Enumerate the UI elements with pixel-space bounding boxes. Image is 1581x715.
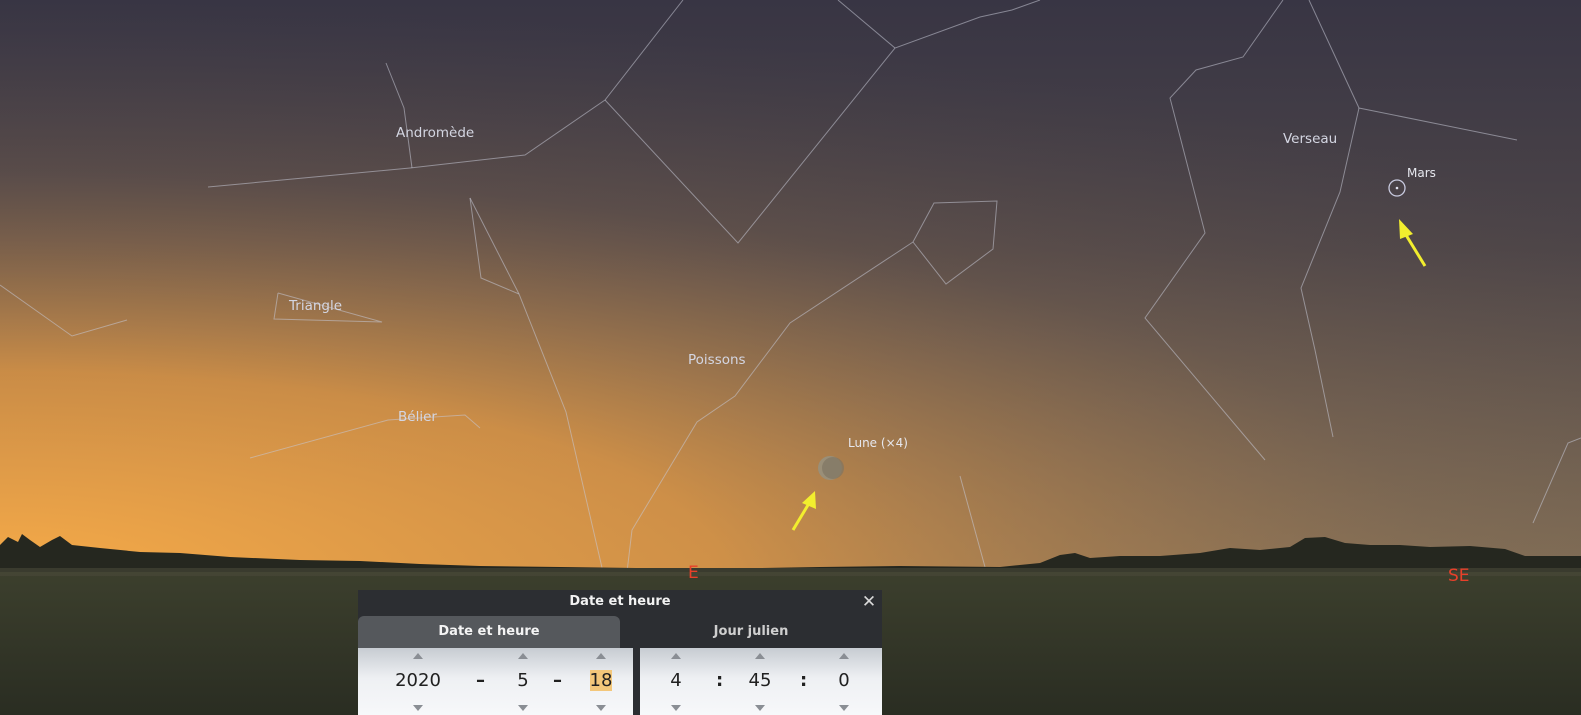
year-down-icon[interactable] bbox=[413, 705, 423, 711]
tab-julian-day[interactable]: Jour julien bbox=[620, 616, 882, 648]
year-value[interactable]: 2020 bbox=[378, 669, 458, 693]
date-separator: – bbox=[476, 670, 485, 691]
date-time-dialog: Date et heure ✕ Date et heure Jour julie… bbox=[358, 590, 882, 715]
second-value[interactable]: 0 bbox=[820, 669, 868, 693]
second-up-icon[interactable] bbox=[839, 653, 849, 659]
month-down-icon[interactable] bbox=[518, 705, 528, 711]
label-triangle: Triangle bbox=[289, 298, 343, 314]
label-pisces: Poissons bbox=[688, 352, 746, 368]
label-aries: Bélier bbox=[398, 409, 437, 425]
day-down-icon[interactable] bbox=[596, 705, 606, 711]
day-value[interactable]: 18 bbox=[576, 669, 626, 693]
label-moon: Lune (×4) bbox=[848, 436, 908, 450]
close-icon[interactable]: ✕ bbox=[860, 593, 878, 611]
day-spinbox[interactable]: 18 bbox=[576, 648, 626, 715]
label-andromeda: Andromède bbox=[396, 125, 475, 141]
moon-disc[interactable] bbox=[818, 456, 844, 480]
year-spinbox[interactable]: 2020 bbox=[378, 648, 458, 715]
month-value[interactable]: 5 bbox=[498, 669, 548, 693]
time-separator: : bbox=[716, 670, 724, 691]
hour-down-icon[interactable] bbox=[671, 705, 681, 711]
month-up-icon[interactable] bbox=[518, 653, 528, 659]
date-separator: – bbox=[553, 670, 562, 691]
day-value-text[interactable]: 18 bbox=[589, 670, 613, 691]
date-panel: 2020 – 5 – 18 bbox=[358, 648, 633, 715]
cardinal-southeast: SE bbox=[1448, 566, 1470, 586]
minute-down-icon[interactable] bbox=[755, 705, 765, 711]
hour-value[interactable]: 4 bbox=[652, 669, 700, 693]
dialog-title[interactable]: Date et heure bbox=[358, 590, 882, 614]
minute-up-icon[interactable] bbox=[755, 653, 765, 659]
tab-date-time[interactable]: Date et heure bbox=[358, 616, 620, 648]
year-up-icon[interactable] bbox=[413, 653, 423, 659]
minute-value[interactable]: 45 bbox=[736, 669, 784, 693]
time-panel: 4 : 45 : 0 bbox=[640, 648, 882, 715]
day-up-icon[interactable] bbox=[596, 653, 606, 659]
time-separator: : bbox=[800, 670, 808, 691]
label-aquarius: Verseau bbox=[1283, 131, 1338, 147]
minute-spinbox[interactable]: 45 bbox=[736, 648, 784, 715]
second-spinbox[interactable]: 0 bbox=[820, 648, 868, 715]
month-spinbox[interactable]: 5 bbox=[498, 648, 548, 715]
hour-spinbox[interactable]: 4 bbox=[652, 648, 700, 715]
label-mars: Mars bbox=[1407, 166, 1436, 180]
hour-up-icon[interactable] bbox=[671, 653, 681, 659]
cardinal-east: E bbox=[688, 563, 699, 583]
second-down-icon[interactable] bbox=[839, 705, 849, 711]
